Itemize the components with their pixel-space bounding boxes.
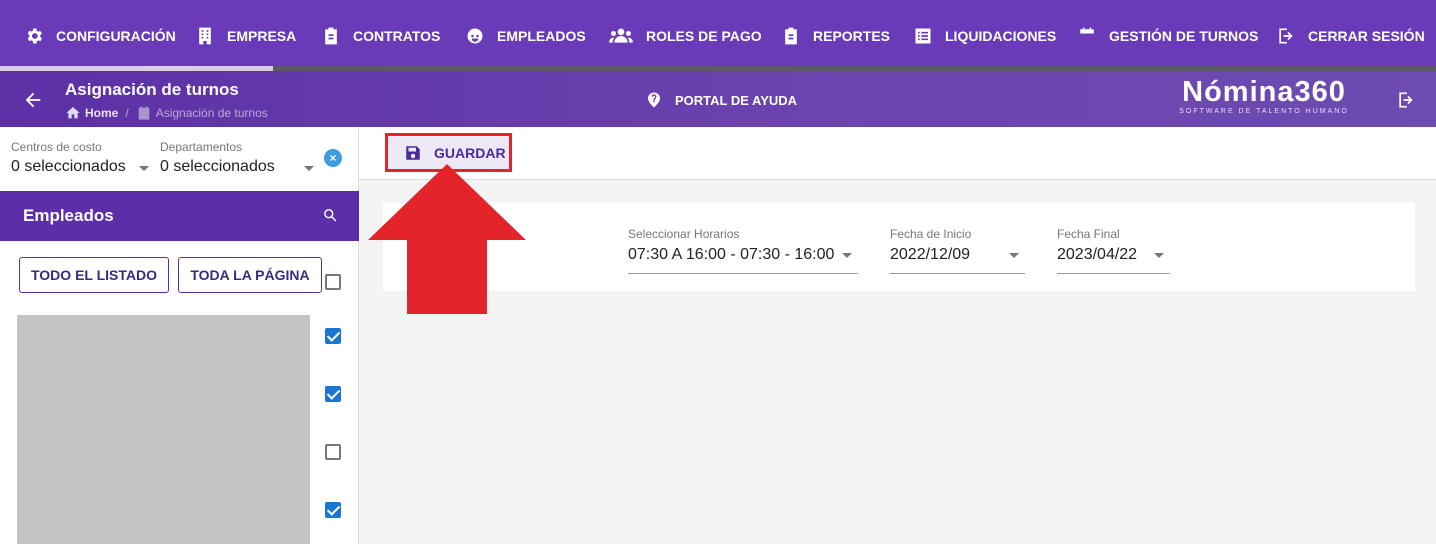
start-date-select[interactable]: Fecha de Inicio 2022/12/09	[890, 227, 1025, 274]
end-date-select[interactable]: Fecha Final 2023/04/22	[1057, 227, 1170, 274]
employee-checkbox[interactable]	[325, 444, 341, 460]
back-arrow-icon[interactable]	[22, 89, 44, 111]
logout-icon[interactable]	[1396, 90, 1416, 110]
select-all-list-button[interactable]: TODO EL LISTADO	[19, 257, 169, 293]
breadcrumb: Home / Asignación de turnos	[65, 105, 268, 121]
brand-name: Nómina360	[1182, 76, 1346, 108]
select-whole-page-button[interactable]: TODA LA PÁGINA	[178, 257, 322, 293]
nav-label: EMPRESA	[227, 27, 297, 44]
red-arrow-annotation	[368, 164, 526, 314]
logout-icon	[1276, 26, 1296, 46]
breadcrumb-separator: /	[125, 106, 129, 120]
nav-roles-de-pago[interactable]: ROLES DE PAGO	[608, 0, 762, 71]
schedule-card: Seleccionar Horarios 07:30 A 16:00 - 07:…	[383, 203, 1415, 291]
end-date-label: Fecha Final	[1057, 227, 1120, 241]
department-value: 0 seleccionados	[160, 158, 275, 175]
dropdown-arrow-icon	[139, 166, 149, 171]
start-date-label: Fecha de Inicio	[890, 227, 972, 241]
gear-icon	[24, 26, 44, 46]
department-label: Departamentos	[160, 140, 243, 154]
cost-center-value: 0 seleccionados	[11, 158, 126, 175]
nav-label: EMPLEADOS	[497, 27, 586, 44]
employee-checkbox[interactable]	[325, 502, 341, 518]
people-icon	[608, 26, 634, 46]
page-title: Asignación de turnos	[65, 80, 239, 99]
cost-center-select[interactable]: Centros de costo 0 seleccionados	[11, 140, 154, 199]
nav-empresa[interactable]: EMPRESA	[195, 0, 296, 71]
brand-logo: Nómina360 SOFTWARE DE TALENTO HUMANO	[1173, 77, 1355, 115]
nav-label: CONFIGURACIÓN	[56, 27, 176, 44]
dropdown-arrow-icon	[1154, 253, 1164, 258]
nav-gestion-de-turnos[interactable]: GESTIÓN DE TURNOS	[1077, 0, 1258, 71]
calendar-icon	[1077, 26, 1097, 46]
nav-empleados[interactable]: EMPLEADOS	[465, 0, 586, 71]
breadcrumb-home[interactable]: Home	[65, 105, 118, 121]
help-icon	[648, 92, 660, 108]
schedule-label: Seleccionar Horarios	[628, 227, 740, 241]
nav-cerrar-sesion[interactable]: CERRAR SESIÓN	[1276, 0, 1425, 71]
nav-label: CONTRATOS	[353, 27, 441, 44]
page-header: Asignación de turnos Home / Asignación d…	[0, 71, 1436, 127]
report-icon	[781, 26, 801, 46]
dropdown-arrow-icon	[1009, 253, 1019, 258]
breadcrumb-home-label: Home	[85, 106, 119, 120]
department-select[interactable]: Departamentos 0 seleccionados	[160, 140, 319, 199]
face-icon	[465, 26, 485, 46]
employee-checkbox[interactable]	[325, 386, 341, 402]
schedule-value: 07:30 A 16:00 - 07:30 - 16:00	[628, 246, 835, 263]
nav-liquidaciones[interactable]: LIQUIDACIONES	[913, 0, 1056, 71]
nav-label: GESTIÓN DE TURNOS	[1109, 27, 1259, 44]
schedule-select[interactable]: Seleccionar Horarios 07:30 A 16:00 - 07:…	[628, 227, 858, 274]
top-navigation: CONFIGURACIÓN EMPRESA CONTRATOS EMPLEADO…	[0, 0, 1436, 71]
home-icon	[66, 107, 80, 119]
clear-filter-icon[interactable]: ×	[324, 149, 342, 167]
brand-tagline: SOFTWARE DE TALENTO HUMANO	[1179, 108, 1349, 115]
breadcrumb-current: Asignación de turnos	[136, 105, 268, 121]
select-page-checkbox[interactable]	[325, 274, 341, 290]
nav-configuracion[interactable]: CONFIGURACIÓN	[24, 0, 176, 71]
calendar-icon	[138, 106, 150, 120]
list-icon	[913, 26, 933, 46]
clipboard-icon	[321, 26, 341, 46]
help-portal-link[interactable]: PORTAL DE AYUDA	[645, 91, 797, 109]
dropdown-arrow-icon	[842, 253, 852, 258]
nav-label: ROLES DE PAGO	[646, 27, 762, 44]
search-icon[interactable]	[322, 207, 339, 224]
building-icon	[195, 26, 215, 46]
employee-panel: Centros de costo 0 seleccionados Departa…	[0, 127, 359, 544]
nav-reportes[interactable]: REPORTES	[781, 0, 890, 71]
floppy-disk-icon	[406, 145, 420, 160]
nav-label: CERRAR SESIÓN	[1308, 27, 1425, 44]
start-date-value: 2022/12/09	[890, 246, 971, 263]
employee-checkbox[interactable]	[325, 328, 341, 344]
employee-list-placeholder	[17, 315, 310, 544]
help-label: PORTAL DE AYUDA	[675, 92, 798, 108]
employees-title: Empleados	[23, 206, 114, 225]
nav-label: REPORTES	[813, 27, 891, 44]
nav-contratos[interactable]: CONTRATOS	[321, 0, 440, 71]
save-label: GUARDAR	[434, 144, 506, 161]
nav-label: LIQUIDACIONES	[945, 27, 1057, 44]
breadcrumb-current-label: Asignación de turnos	[155, 106, 268, 120]
cost-center-label: Centros de costo	[11, 140, 102, 154]
employees-header: Empleados	[0, 191, 359, 241]
dropdown-arrow-icon	[304, 166, 314, 171]
